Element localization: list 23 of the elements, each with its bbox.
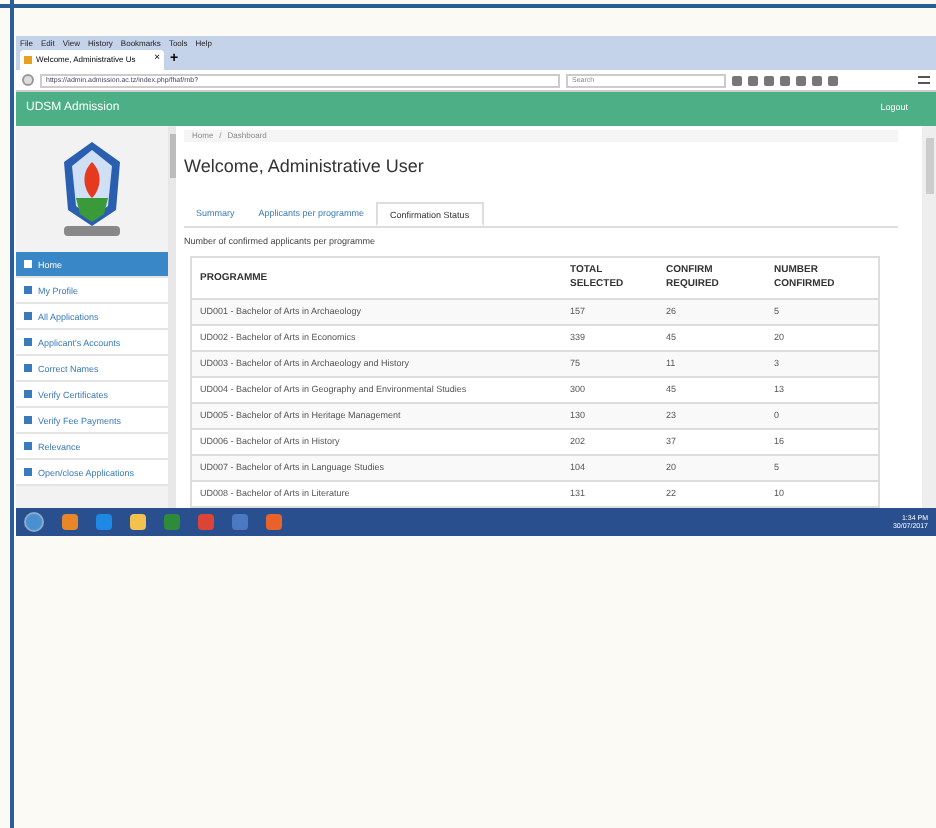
nav-icon <box>24 442 32 450</box>
nav-icon <box>24 416 32 424</box>
app-icon[interactable] <box>266 514 282 530</box>
nav-icon <box>24 286 32 294</box>
nav-icon <box>24 260 32 268</box>
back-icon[interactable] <box>22 74 34 86</box>
favicon-icon <box>24 56 32 64</box>
start-button[interactable] <box>24 512 44 532</box>
nav-icon <box>24 468 32 476</box>
nav-icon <box>24 390 32 398</box>
app-icon[interactable] <box>198 514 214 530</box>
app-icon[interactable] <box>130 514 146 530</box>
scrollbar-thumb[interactable] <box>925 138 933 194</box>
app-icon[interactable] <box>62 514 78 530</box>
scrollbar-thumb[interactable] <box>169 134 175 178</box>
menu-icon[interactable] <box>918 76 930 84</box>
page-title: Welcome, Administrative User <box>184 154 426 180</box>
app-icon[interactable] <box>164 514 180 530</box>
app-icon[interactable] <box>96 514 112 530</box>
nav-icon <box>24 312 32 320</box>
nav-icon <box>24 364 32 372</box>
nav-icon <box>24 338 32 346</box>
app-icon[interactable] <box>232 514 248 530</box>
